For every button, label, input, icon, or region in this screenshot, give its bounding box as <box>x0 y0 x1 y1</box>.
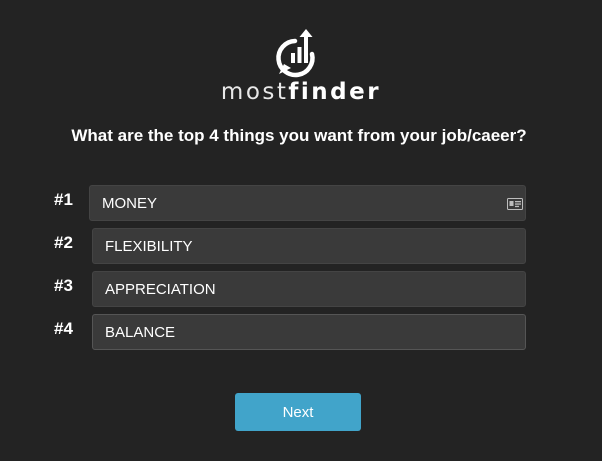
next-button[interactable]: Next <box>235 393 361 431</box>
mostfinder-logo-icon <box>271 27 331 79</box>
answer-label-3: #3 <box>54 276 73 295</box>
answer-input-4[interactable] <box>92 314 526 350</box>
answer-input-3[interactable] <box>92 271 526 307</box>
question-heading: What are the top 4 things you want from … <box>71 126 527 145</box>
answer-label-1: #1 <box>54 190 73 209</box>
contact-card-icon[interactable] <box>507 197 523 210</box>
brand-wordmark: mostfinder <box>0 77 602 107</box>
brand-bold-text: finder <box>288 79 382 105</box>
brand-light-text: most <box>220 79 289 105</box>
answer-label-4: #4 <box>54 319 73 338</box>
answer-input-1[interactable] <box>89 185 526 221</box>
answer-input-2[interactable] <box>92 228 526 264</box>
answer-label-2: #2 <box>54 233 73 252</box>
